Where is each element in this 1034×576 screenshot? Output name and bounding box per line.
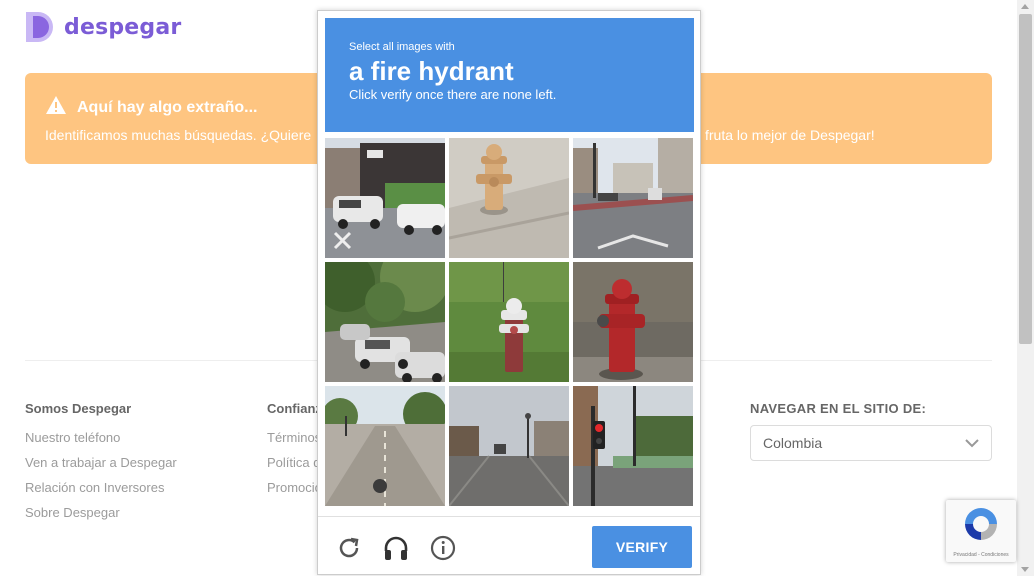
street-tile: [449, 386, 569, 506]
footer-link-terminos[interactable]: Términos: [267, 425, 322, 450]
country-select-value: Colombia: [763, 435, 823, 451]
captcha-tile-4[interactable]: [325, 262, 445, 382]
page-scrollbar[interactable]: [1017, 0, 1034, 576]
alert-message-end: fruta lo mejor de Despegar!: [705, 127, 875, 143]
captcha-footer: VERIFY: [318, 516, 700, 574]
captcha-tile-3[interactable]: [573, 138, 693, 258]
recaptcha-logo-icon: [961, 504, 1001, 549]
captcha-challenge: Select all images with a fire hydrant Cl…: [317, 10, 701, 575]
recaptcha-badge[interactable]: Privacidad - Condiciones: [946, 500, 1016, 562]
country-select[interactable]: Colombia: [750, 425, 992, 461]
captcha-tile-7[interactable]: [325, 386, 445, 506]
street-intersection-tile: [573, 138, 693, 258]
brand-name: despegar: [64, 14, 182, 40]
captcha-image-grid: [325, 138, 694, 507]
footer-column-somos: Somos Despegar Nuestro teléfono Ven a tr…: [25, 401, 177, 525]
traffic-light-tile: [573, 386, 693, 506]
reload-icon[interactable]: [336, 535, 362, 561]
footer-column-title: Confianz: [267, 401, 322, 416]
recaptcha-badge-links[interactable]: Privacidad - Condiciones: [953, 552, 1008, 558]
verify-button[interactable]: VERIFY: [592, 526, 692, 568]
fire-hydrant-tile: [449, 262, 569, 382]
footer-link-telefono[interactable]: Nuestro teléfono: [25, 425, 177, 450]
captcha-tile-6[interactable]: [573, 262, 693, 382]
street-cars-tile: [325, 138, 445, 258]
parked-cars-tile: [325, 262, 445, 382]
site-navigation-title: NAVEGAR EN EL SITIO DE:: [750, 401, 927, 416]
fire-hydrant-tile: [449, 138, 569, 258]
footer-link-sobre[interactable]: Sobre Despegar: [25, 500, 177, 525]
fire-hydrant-tile: [573, 262, 693, 382]
warning-icon: [45, 95, 67, 120]
footer-link-trabajar[interactable]: Ven a trabajar a Despegar: [25, 450, 177, 475]
footer-link-inversores[interactable]: Relación con Inversores: [25, 475, 177, 500]
despegar-logo[interactable]: despegar: [24, 11, 181, 43]
alert-title: Aquí hay algo extraño...: [77, 98, 258, 116]
chevron-down-icon: [965, 435, 979, 451]
captcha-subinstruction: Click verify once there are none left.: [349, 87, 557, 102]
captcha-target: a fire hydrant: [349, 56, 514, 86]
info-icon[interactable]: [430, 535, 456, 561]
footer-link-promociones[interactable]: Promocio: [267, 475, 322, 500]
captcha-tile-2[interactable]: [449, 138, 569, 258]
road-tile: [325, 386, 445, 506]
scroll-up-arrow[interactable]: [1021, 4, 1029, 9]
scroll-thumb[interactable]: [1019, 14, 1032, 344]
site-navigation: NAVEGAR EN EL SITIO DE: Colombia: [750, 401, 992, 461]
captcha-tile-9[interactable]: [573, 386, 693, 506]
captcha-tile-1[interactable]: [325, 138, 445, 258]
footer-link-politica[interactable]: Política d: [267, 450, 322, 475]
headphones-icon[interactable]: [383, 535, 409, 561]
captcha-tile-8[interactable]: [449, 386, 569, 506]
despegar-logo-icon: [24, 11, 56, 43]
alert-message: Identificamos muchas búsquedas. ¿Quiere: [45, 127, 312, 143]
scroll-down-arrow[interactable]: [1021, 567, 1029, 572]
footer-column-title: Somos Despegar: [25, 401, 132, 416]
captcha-tile-5[interactable]: [449, 262, 569, 382]
footer-column-confianza: Confianz Términos Política d Promocio: [267, 401, 322, 500]
captcha-header: Select all images with a fire hydrant Cl…: [325, 18, 694, 132]
captcha-instruction: Select all images with: [349, 41, 455, 53]
